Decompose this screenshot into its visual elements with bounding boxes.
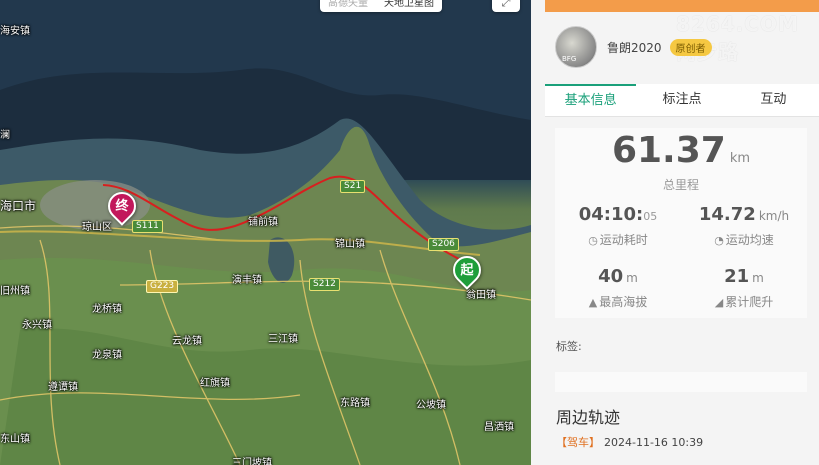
track-info-panel: 8264.COM 两步路 BFG 鲁朗2020 原创者 基本信息 标注点 互动 …	[531, 0, 819, 465]
max-alt-value: 40	[598, 266, 624, 287]
map-label: 龙泉镇	[92, 350, 122, 361]
clock-icon: ◷	[588, 234, 598, 247]
tab-waypoints[interactable]: 标注点	[636, 84, 727, 116]
map-label: 东路镇	[340, 398, 370, 409]
author-row: BFG 鲁朗2020 原创者	[555, 26, 712, 68]
avatar[interactable]: BFG	[555, 26, 597, 68]
map-type-toggle[interactable]: 高德矢量 天地卫星图	[320, 0, 442, 12]
speed-unit: km/h	[758, 209, 790, 223]
map-label: 遵谭镇	[48, 382, 78, 393]
road-shield: S111	[132, 220, 163, 233]
duration-label: 运动耗时	[599, 233, 648, 247]
distance-unit: km	[729, 151, 751, 166]
map-type-vector[interactable]: 高德矢量	[320, 0, 376, 12]
map-label: 澜	[0, 130, 10, 141]
speed-stat: 14.72 km/h ◔ 运动均速	[681, 204, 807, 248]
climb-value: 21	[724, 266, 750, 287]
info-tabs: 基本信息 标注点 互动	[545, 84, 819, 117]
duration-stat: 04:10:05 ◷ 运动耗时	[555, 204, 681, 248]
road-shield: G223	[146, 280, 179, 293]
avatar-tag: BFG	[562, 55, 577, 63]
road-shield: S212	[309, 278, 340, 291]
max-alt-label: 最高海拔	[599, 295, 648, 309]
duration-seconds: 05	[643, 210, 658, 223]
map-label: 三江镇	[268, 334, 298, 345]
climb-icon: ◢	[714, 296, 724, 309]
map-label: 龙桥镇	[92, 304, 122, 315]
max-alt-unit: m	[626, 271, 638, 285]
top-accent-bar	[545, 0, 819, 12]
map-label: 铺前镇	[248, 217, 278, 228]
start-marker[interactable]: 起	[447, 250, 487, 290]
map-label: 三门坡镇	[232, 458, 272, 465]
expand-icon[interactable]: ⤢	[492, 0, 520, 12]
track-type: 【驾车】	[556, 436, 600, 449]
end-marker[interactable]: 终	[102, 186, 142, 226]
author-name[interactable]: 鲁朗2020	[607, 39, 662, 56]
map-view[interactable]: 高德矢量 天地卫星图 ⤢ 海安镇 澜 海口市 琼山区 旧州镇 龙桥镇 永兴镇 龙…	[0, 0, 531, 465]
road-shield: S206	[428, 238, 459, 251]
original-author-badge: 原创者	[669, 38, 712, 56]
distance-label: 总里程	[662, 178, 699, 192]
tab-interaction[interactable]: 互动	[728, 84, 819, 116]
climb-unit: m	[752, 271, 764, 285]
map-label: 云龙镇	[172, 336, 202, 347]
list-item[interactable]: 【驾车】 2024-11-16 10:39	[556, 434, 703, 450]
altitude-icon: ▲	[588, 296, 598, 309]
tags-label: 标签:	[556, 340, 582, 353]
duration-value: 04:10:	[578, 204, 644, 225]
start-marker-label: 起	[460, 263, 474, 278]
tags-box	[555, 372, 807, 392]
end-marker-label: 终	[115, 199, 129, 214]
map-label: 昌洒镇	[484, 422, 514, 433]
climb-stat: 21 m ◢ 累计爬升	[681, 266, 807, 310]
max-altitude-stat: 40 m ▲ 最高海拔	[555, 266, 681, 310]
road-shield: S21	[340, 180, 366, 193]
speedometer-icon: ◔	[714, 234, 724, 247]
distance-value: 61.37	[611, 130, 726, 171]
map-type-satellite[interactable]: 天地卫星图	[376, 0, 442, 12]
map-label: 红旗镇	[200, 378, 230, 389]
map-label: 海口市	[0, 199, 37, 213]
map-label: 公坡镇	[416, 400, 446, 411]
climb-label: 累计爬升	[725, 295, 774, 309]
map-label: 旧州镇	[0, 286, 30, 297]
speed-value: 14.72	[698, 204, 756, 225]
tab-basic-info[interactable]: 基本信息	[545, 84, 637, 116]
stats-card: 61.37 km 总里程 04:10:05 ◷ 运动耗时 14.72 km/h ◔ 运动…	[555, 128, 807, 318]
total-distance: 61.37 km	[555, 130, 807, 171]
speed-label: 运动均速	[725, 233, 774, 247]
nearby-tracks-title: 周边轨迹	[556, 408, 621, 427]
map-label: 海安镇	[0, 26, 30, 37]
map-label: 锦山镇	[335, 239, 365, 250]
map-label: 东山镇	[0, 434, 30, 445]
track-datetime: 2024-11-16 10:39	[604, 436, 704, 449]
map-label: 演丰镇	[232, 275, 262, 286]
map-label: 永兴镇	[22, 320, 52, 331]
satellite-terrain	[0, 0, 531, 465]
